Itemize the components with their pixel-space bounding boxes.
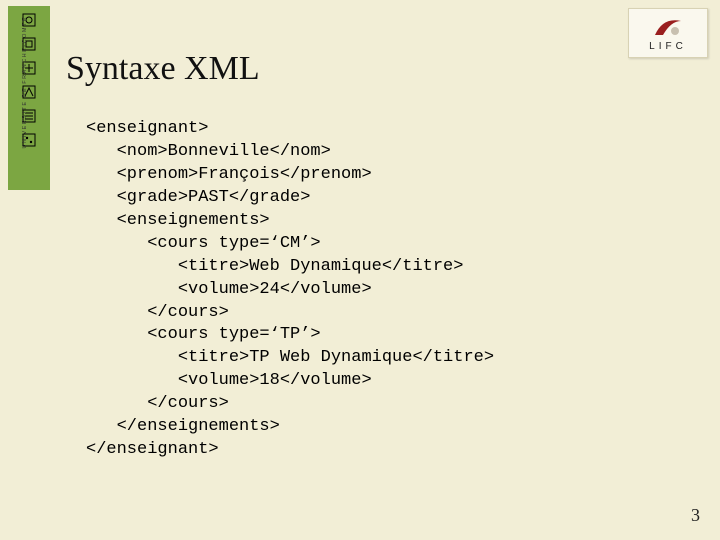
sidebar-label: UNIVERSITE DE FRANCHE-COMTE: [22, 16, 28, 148]
logo-swoosh-icon: [653, 15, 683, 39]
slide-title: Syntaxe XML: [66, 50, 260, 88]
page-number: 3: [691, 505, 700, 526]
xml-code-block: <enseignant> <nom>Bonneville</nom> <pren…: [86, 118, 494, 462]
left-sidebar: UNIVERSITE DE FRANCHE-COMTE: [8, 6, 50, 190]
logo-text: LIFC: [649, 41, 687, 52]
lifc-logo: LIFC: [628, 8, 708, 58]
